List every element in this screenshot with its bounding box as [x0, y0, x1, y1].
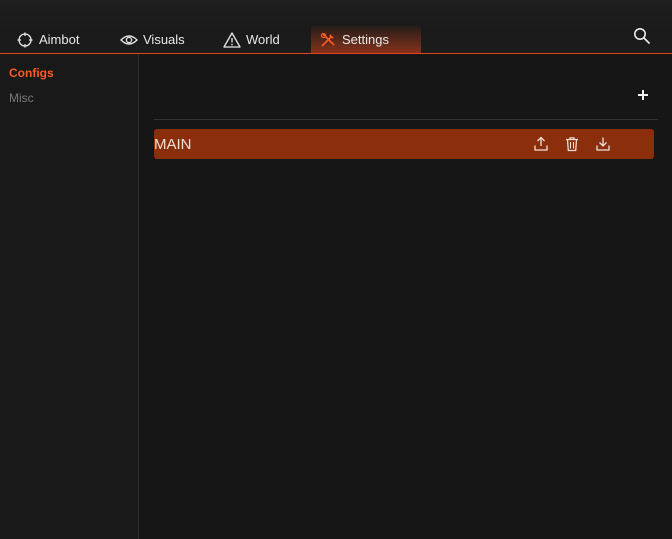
trash-icon[interactable] — [564, 136, 580, 152]
tools-icon — [319, 31, 337, 49]
config-item-main[interactable]: MAIN — [154, 129, 654, 159]
eye-icon — [120, 31, 138, 49]
tab-world[interactable]: World — [223, 26, 280, 53]
config-name: MAIN — [154, 136, 192, 153]
download-icon[interactable] — [595, 136, 611, 152]
sidebar-item-configs[interactable]: Configs — [9, 66, 54, 80]
upload-icon[interactable] — [533, 136, 549, 152]
crosshair-icon — [16, 31, 34, 49]
sidebar-item-misc[interactable]: Misc — [9, 91, 34, 105]
search-icon — [634, 28, 651, 45]
warning-triangle-icon — [223, 31, 241, 49]
tab-world-label: World — [246, 32, 280, 47]
tab-visuals[interactable]: Visuals — [120, 26, 185, 53]
tab-visuals-label: Visuals — [143, 32, 185, 47]
tab-settings-label: Settings — [342, 32, 389, 47]
app-window: Aimbot Visuals World Settings Configs Mi… — [0, 0, 672, 539]
tab-aimbot[interactable]: Aimbot — [16, 26, 79, 53]
search-button[interactable] — [633, 27, 653, 47]
add-config-button[interactable] — [636, 88, 652, 104]
tab-settings[interactable]: Settings — [311, 26, 421, 53]
top-nav-bar: Aimbot Visuals World Settings — [0, 0, 672, 54]
plus-icon — [638, 90, 648, 100]
tab-aimbot-label: Aimbot — [39, 32, 80, 47]
divider — [154, 119, 658, 120]
sidebar: Configs Misc — [0, 54, 139, 539]
configs-panel: MAIN — [139, 54, 672, 539]
